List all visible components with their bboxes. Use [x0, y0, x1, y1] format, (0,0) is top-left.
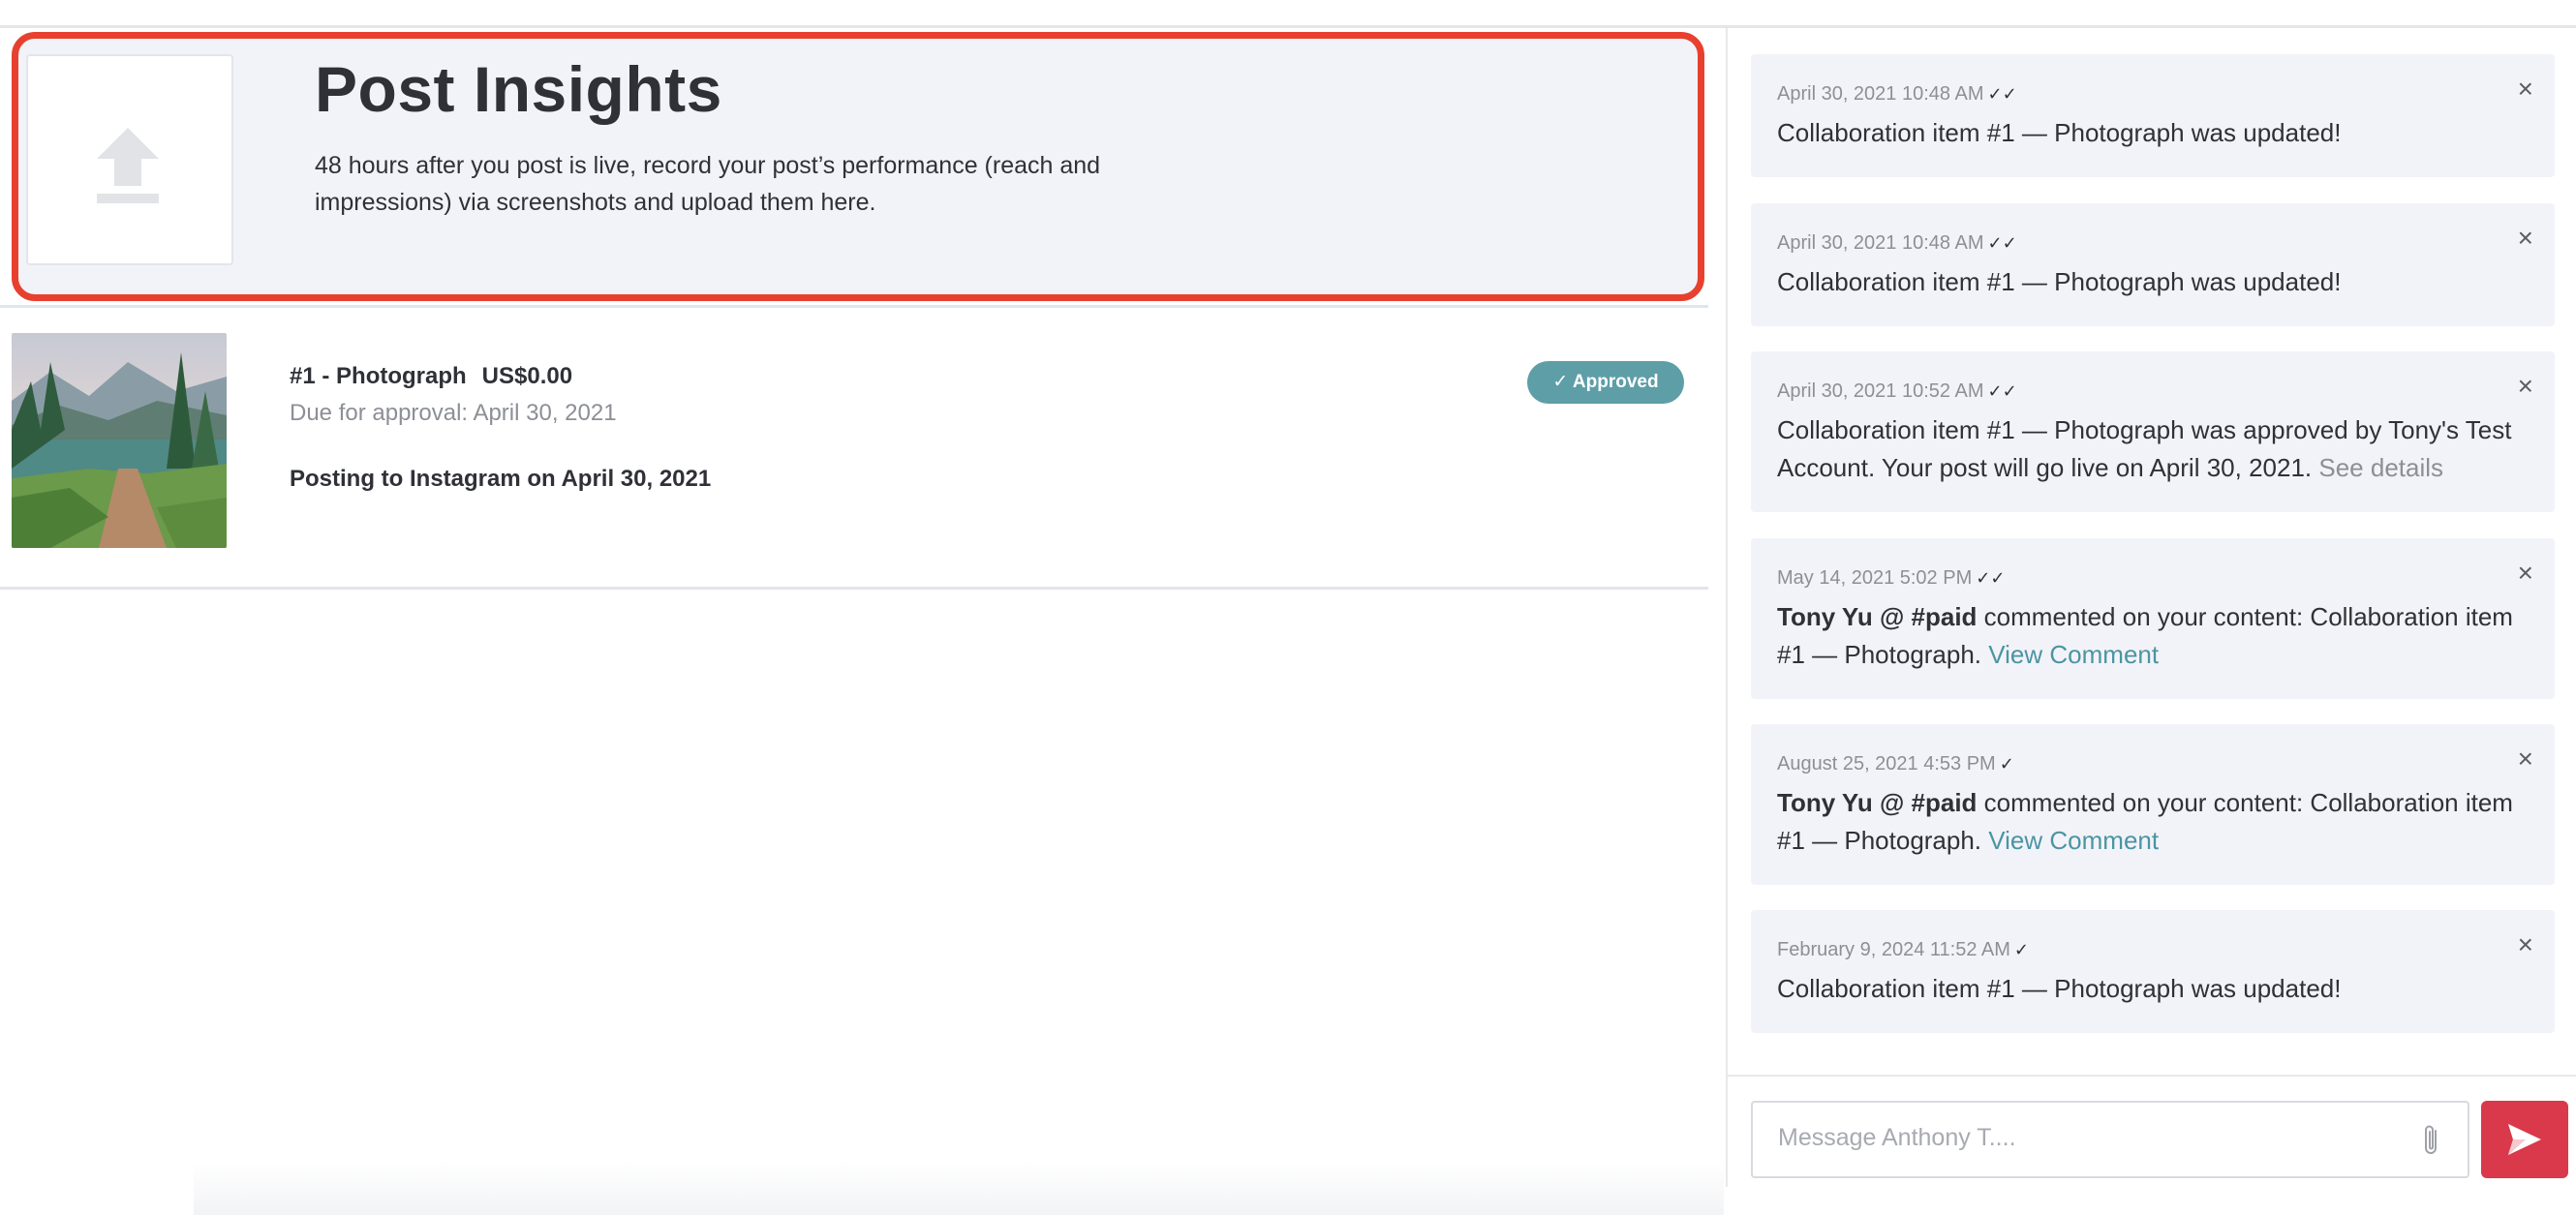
upload-dropzone[interactable]: [26, 54, 233, 265]
notification-message: Collaboration item #1 — Photograph was a…: [1777, 415, 2512, 482]
notification-timestamp: April 30, 2021 10:48 AM ✓✓: [1777, 83, 2017, 105]
close-icon[interactable]: ×: [2518, 745, 2533, 773]
notification-message: Tony Yu @ #paid commented on your conten…: [1777, 602, 2513, 669]
divider: [0, 305, 1708, 308]
divider: [0, 587, 1708, 590]
notification-message: Collaboration item #1 — Photograph was u…: [1777, 118, 2342, 147]
item-title-line: #1 - Photograph US$0.00: [290, 363, 572, 390]
paperclip-icon[interactable]: [2419, 1122, 2442, 1159]
upload-icon: [97, 128, 159, 203]
collaboration-item-row[interactable]: #1 - Photograph US$0.00 Due for approval:…: [0, 309, 1708, 586]
item-posting-info: Posting to Instagram on April 30, 2021: [290, 466, 712, 492]
composer-divider: [1728, 1075, 2576, 1077]
notification-item[interactable]: May 14, 2021 5:02 PM ✓✓ × Tony Yu @ #paid…: [1751, 538, 2555, 699]
approved-status-badge[interactable]: ✓ Approved: [1527, 361, 1684, 404]
read-receipt-icon: ✓✓: [1987, 233, 2017, 253]
content-pane: Post Insights 48 hours after you post is…: [0, 28, 1727, 1215]
notification-item[interactable]: February 9, 2024 11:52 AM ✓ × Collaborati…: [1751, 910, 2555, 1033]
send-icon: [2508, 1124, 2541, 1155]
see-details-link[interactable]: See details: [2318, 453, 2443, 482]
item-title: #1 - Photograph: [290, 363, 467, 389]
notification-message: Collaboration item #1 — Photograph was u…: [1777, 974, 2342, 1003]
notification-timestamp: May 14, 2021 5:02 PM ✓✓: [1777, 567, 2006, 589]
item-due-date: Due for approval: April 30, 2021: [290, 400, 617, 426]
close-icon[interactable]: ×: [2518, 931, 2533, 958]
item-price: US$0.00: [481, 363, 573, 389]
send-button[interactable]: [2481, 1101, 2568, 1178]
notification-item[interactable]: April 30, 2021 10:52 AM ✓✓ × Collaboratio…: [1751, 351, 2555, 512]
close-icon[interactable]: ×: [2518, 76, 2533, 103]
scroll-shadow: [194, 1161, 1724, 1215]
page-title: Post Insights: [315, 53, 722, 125]
read-receipt-icon: ✓: [2013, 940, 2029, 959]
notification-item[interactable]: August 25, 2021 4:53 PM ✓ × Tony Yu @ #pa…: [1751, 724, 2555, 885]
read-receipt-icon: ✓: [1999, 754, 2014, 774]
close-icon[interactable]: ×: [2518, 560, 2533, 587]
view-comment-link[interactable]: View Comment: [1988, 640, 2159, 669]
photograph-thumbnail[interactable]: [12, 333, 227, 548]
notification-item[interactable]: April 30, 2021 10:48 AM ✓✓ × Collaboratio…: [1751, 54, 2555, 177]
notification-timestamp: April 30, 2021 10:52 AM ✓✓: [1777, 380, 2017, 402]
comment-author: Tony Yu @ #paid: [1777, 602, 1978, 631]
insights-description: 48 hours after you post is live, record …: [315, 152, 1101, 216]
notification-timestamp: April 30, 2021 10:48 AM ✓✓: [1777, 232, 2017, 254]
read-receipt-icon: ✓✓: [1987, 381, 2017, 401]
view-comment-link[interactable]: View Comment: [1988, 826, 2159, 855]
read-receipt-icon: ✓✓: [1987, 84, 2017, 104]
close-icon[interactable]: ×: [2518, 225, 2533, 252]
notification-timestamp: February 9, 2024 11:52 AM ✓: [1777, 939, 2029, 960]
comment-author: Tony Yu @ #paid: [1777, 788, 1978, 817]
post-insights-card[interactable]: Post Insights 48 hours after you post is…: [12, 32, 1704, 301]
read-receipt-icon: ✓✓: [1976, 568, 2006, 588]
close-icon[interactable]: ×: [2518, 373, 2533, 400]
pane-divider: [1726, 28, 1728, 1187]
message-input[interactable]: [1778, 1124, 2398, 1152]
notification-message: Collaboration item #1 — Photograph was u…: [1777, 267, 2342, 296]
notification-message: Tony Yu @ #paid commented on your conten…: [1777, 788, 2513, 855]
notification-timestamp: August 25, 2021 4:53 PM ✓: [1777, 753, 2014, 775]
message-composer: [1751, 1101, 2469, 1178]
notification-item[interactable]: April 30, 2021 10:48 AM ✓✓ × Collaboratio…: [1751, 203, 2555, 326]
